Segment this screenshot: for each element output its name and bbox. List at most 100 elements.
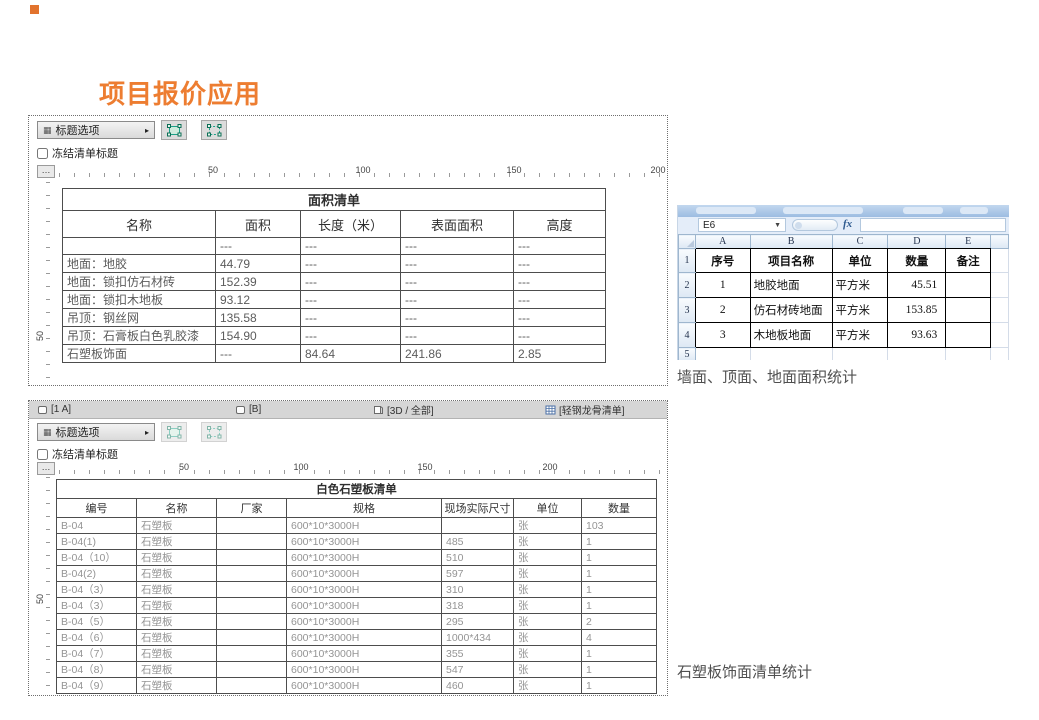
table-cell[interactable] xyxy=(217,518,287,534)
table-cell[interactable]: 597 xyxy=(442,566,514,582)
table-cell[interactable]: 84.64 xyxy=(301,345,401,363)
table-cell[interactable]: B-04(2) xyxy=(57,566,137,582)
table-cell[interactable]: 张 xyxy=(514,566,582,582)
row-header[interactable]: 1 xyxy=(679,249,696,273)
table-cell[interactable]: --- xyxy=(301,238,401,255)
table-cell[interactable]: B-04（7） xyxy=(57,646,137,662)
title-options-button[interactable]: ▦ 标题选项 ▸ xyxy=(37,423,155,441)
row-header[interactable]: 3 xyxy=(679,298,696,323)
table-cell[interactable]: 石塑板饰面 xyxy=(63,345,216,363)
excel-cell[interactable] xyxy=(991,323,1009,348)
table-cell[interactable]: --- xyxy=(401,291,514,309)
table-cell[interactable]: --- xyxy=(401,255,514,273)
table-cell[interactable]: --- xyxy=(514,327,606,345)
table-cell[interactable] xyxy=(217,614,287,630)
tab-view-b[interactable]: [B] xyxy=(235,402,261,417)
table-cell[interactable] xyxy=(217,566,287,582)
table-cell[interactable]: 石塑板 xyxy=(137,662,217,678)
excel-cell[interactable] xyxy=(946,298,991,323)
table-cell[interactable]: 张 xyxy=(514,550,582,566)
excel-cell[interactable]: 地胶地面 xyxy=(750,273,832,298)
table-cell[interactable]: 1 xyxy=(582,662,657,678)
table-cell[interactable]: B-04（3） xyxy=(57,598,137,614)
row-header[interactable]: 5 xyxy=(679,348,696,361)
excel-cell[interactable]: 序号 xyxy=(695,249,750,273)
table-cell[interactable]: 600*10*3000H xyxy=(287,662,442,678)
excel-cell[interactable]: 93.63 xyxy=(888,323,946,348)
table-cell[interactable]: --- xyxy=(401,327,514,345)
table-cell[interactable]: 600*10*3000H xyxy=(287,518,442,534)
table-cell[interactable]: 152.39 xyxy=(216,273,301,291)
table-cell[interactable]: --- xyxy=(401,273,514,291)
table-cell[interactable] xyxy=(217,598,287,614)
select-boundary-button[interactable] xyxy=(161,120,187,140)
excel-cell[interactable]: 平方米 xyxy=(832,298,888,323)
column-header[interactable]: E xyxy=(946,235,991,249)
title-options-button[interactable]: ▦ 标题选项 ▸ xyxy=(37,121,155,139)
table-cell[interactable]: 石塑板 xyxy=(137,534,217,550)
table-cell[interactable]: 310 xyxy=(442,582,514,598)
ruler-corner-button[interactable]: … xyxy=(37,165,55,178)
table-cell[interactable]: 吊顶：钢丝网 xyxy=(63,309,216,327)
excel-cell[interactable]: 平方米 xyxy=(832,323,888,348)
excel-cell[interactable] xyxy=(946,323,991,348)
table-cell[interactable]: B-04（3） xyxy=(57,582,137,598)
table-cell[interactable]: 600*10*3000H xyxy=(287,566,442,582)
table-cell[interactable]: 石塑板 xyxy=(137,678,217,694)
table-cell[interactable]: 103 xyxy=(582,518,657,534)
table-cell[interactable]: 600*10*3000H xyxy=(287,534,442,550)
table-cell[interactable]: 4 xyxy=(582,630,657,646)
table-cell[interactable]: 1 xyxy=(582,534,657,550)
table-cell[interactable]: 1 xyxy=(582,678,657,694)
excel-cell[interactable]: 备注 xyxy=(946,249,991,273)
column-header[interactable]: C xyxy=(832,235,888,249)
table-cell[interactable]: 1 xyxy=(582,582,657,598)
tab-view-schedule[interactable]: [轻钢龙骨清单] xyxy=(545,402,625,417)
excel-cell[interactable] xyxy=(750,348,832,361)
name-box-dropdown-icon[interactable]: ▼ xyxy=(774,222,781,229)
table-cell[interactable] xyxy=(217,662,287,678)
table-cell[interactable]: 石塑板 xyxy=(137,630,217,646)
table-cell[interactable] xyxy=(442,518,514,534)
select-all-corner[interactable] xyxy=(679,235,696,249)
table-cell[interactable]: B-04（8） xyxy=(57,662,137,678)
ruler-corner-button[interactable]: … xyxy=(37,462,55,475)
table-cell[interactable]: 93.12 xyxy=(216,291,301,309)
table-cell[interactable]: --- xyxy=(216,345,301,363)
table-cell[interactable]: 241.86 xyxy=(401,345,514,363)
table-cell[interactable]: 600*10*3000H xyxy=(287,598,442,614)
table-cell[interactable]: 张 xyxy=(514,518,582,534)
table-cell[interactable]: --- xyxy=(301,291,401,309)
table-cell[interactable]: B-04（10） xyxy=(57,550,137,566)
table-cell[interactable]: 510 xyxy=(442,550,514,566)
select-region-button[interactable] xyxy=(201,422,227,442)
table-cell[interactable]: 张 xyxy=(514,582,582,598)
column-header[interactable]: B xyxy=(750,235,832,249)
excel-cell[interactable]: 平方米 xyxy=(832,273,888,298)
table-cell[interactable]: --- xyxy=(514,291,606,309)
excel-cell[interactable] xyxy=(832,348,888,361)
insert-function-button[interactable]: fx xyxy=(843,218,852,230)
table-cell[interactable]: --- xyxy=(514,309,606,327)
table-cell[interactable] xyxy=(217,582,287,598)
table-cell[interactable] xyxy=(217,678,287,694)
table-cell[interactable]: 460 xyxy=(442,678,514,694)
table-cell[interactable]: --- xyxy=(514,238,606,255)
table-cell[interactable]: 张 xyxy=(514,534,582,550)
table-cell[interactable]: 600*10*3000H xyxy=(287,614,442,630)
excel-cell[interactable]: 2 xyxy=(695,298,750,323)
table-cell[interactable]: B-04（9） xyxy=(57,678,137,694)
table-cell[interactable]: --- xyxy=(216,238,301,255)
table-cell[interactable]: 石塑板 xyxy=(137,518,217,534)
table-cell[interactable]: 张 xyxy=(514,598,582,614)
excel-cell[interactable] xyxy=(991,348,1009,361)
excel-cell[interactable]: 单位 xyxy=(832,249,888,273)
table-cell[interactable] xyxy=(217,550,287,566)
table-cell[interactable]: 1000*434 xyxy=(442,630,514,646)
table-cell[interactable]: 135.58 xyxy=(216,309,301,327)
table-cell[interactable]: 1 xyxy=(582,646,657,662)
table-cell[interactable]: B-04（5） xyxy=(57,614,137,630)
table-cell[interactable]: 1 xyxy=(582,566,657,582)
column-header[interactable]: A xyxy=(695,235,750,249)
table-cell[interactable]: 张 xyxy=(514,678,582,694)
